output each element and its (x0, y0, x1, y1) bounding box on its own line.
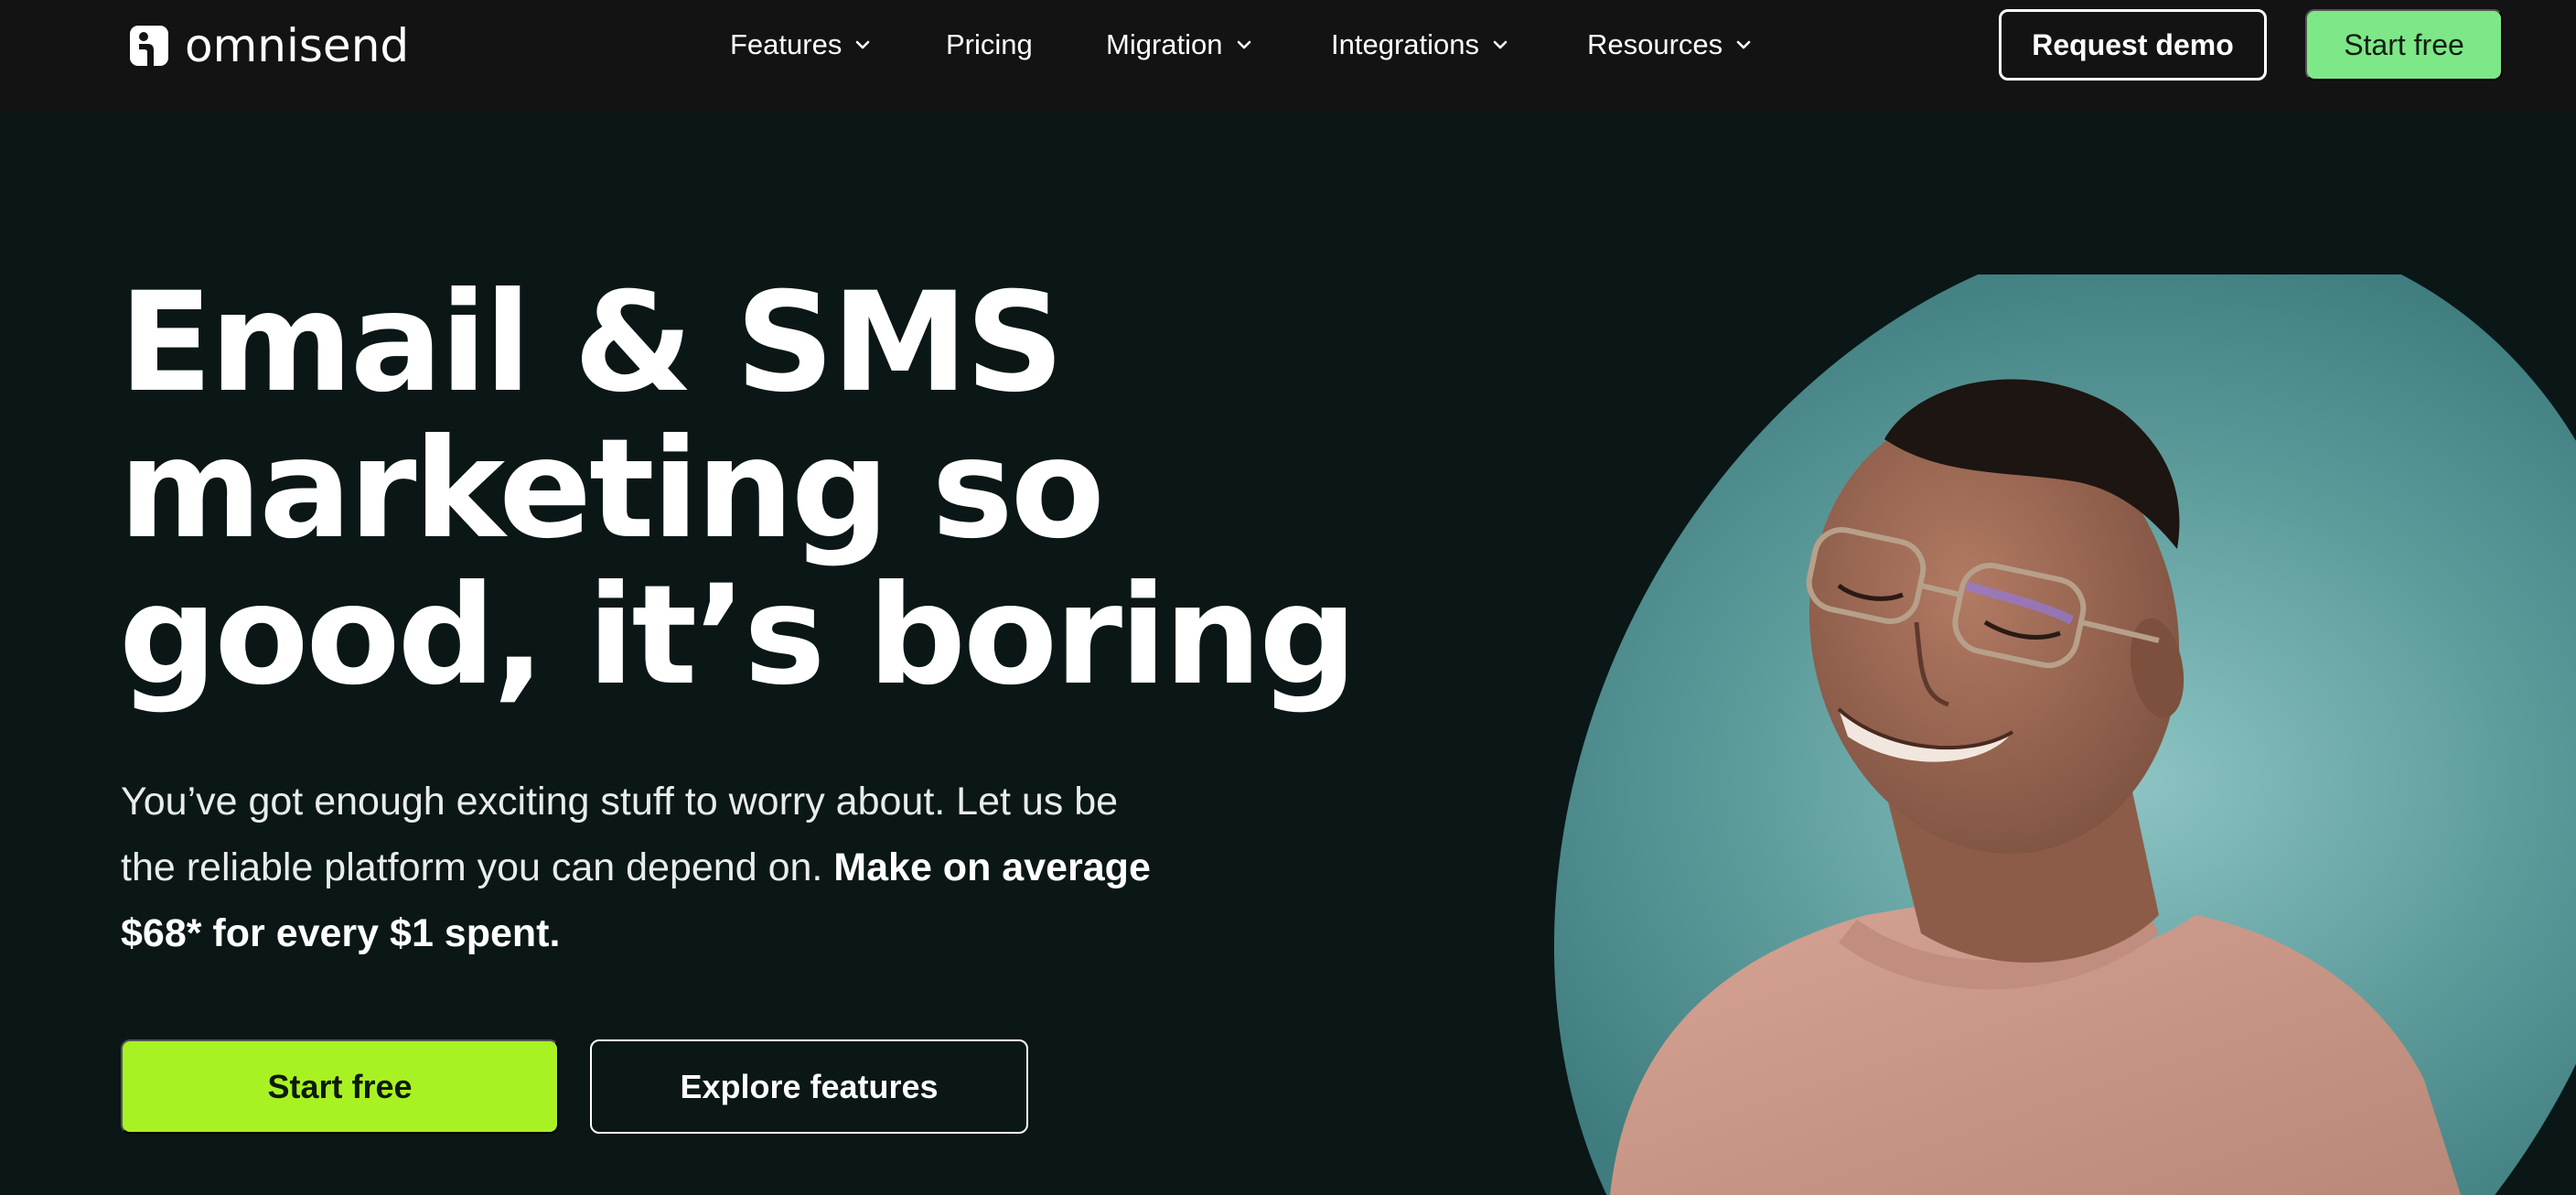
hero-person-image (1409, 275, 2576, 1195)
nav-item-label: Resources (1587, 28, 1723, 60)
nav-item-label: Pricing (946, 28, 1033, 60)
hero-title-line: Email & SMS (119, 264, 1064, 423)
nav-item-label: Migration (1106, 28, 1223, 60)
nav-item-label: Features (730, 28, 843, 60)
hero-title: Email & SMS marketing so good, it’s bori… (119, 264, 1358, 716)
start-free-nav-button[interactable]: Start free (2305, 9, 2503, 81)
chevron-down-icon (1237, 40, 1250, 49)
chevron-down-icon (1493, 40, 1508, 49)
start-free-hero-button[interactable]: Start free (121, 1039, 559, 1134)
hero-title-line: good, it’s boring (119, 556, 1358, 716)
nav-item-resources[interactable]: Resources (1587, 24, 1752, 66)
explore-features-button[interactable]: Explore features (590, 1039, 1028, 1134)
chevron-down-icon (1736, 40, 1751, 49)
top-navbar: omnisend Features Pricing Migration Inte… (0, 0, 2576, 112)
nav-item-integrations[interactable]: Integrations (1331, 24, 1508, 66)
request-demo-button[interactable]: Request demo (1999, 9, 2267, 81)
nav-item-label: Integrations (1331, 28, 1479, 60)
hero-subtitle: You’ve got enough exciting stuff to worr… (121, 769, 1182, 966)
chevron-down-icon (856, 40, 870, 49)
hero-title-line: marketing so (119, 410, 1105, 569)
nav-item-pricing[interactable]: Pricing (946, 24, 1033, 66)
nav-item-migration[interactable]: Migration (1106, 24, 1252, 66)
nav-item-features[interactable]: Features (730, 24, 871, 66)
